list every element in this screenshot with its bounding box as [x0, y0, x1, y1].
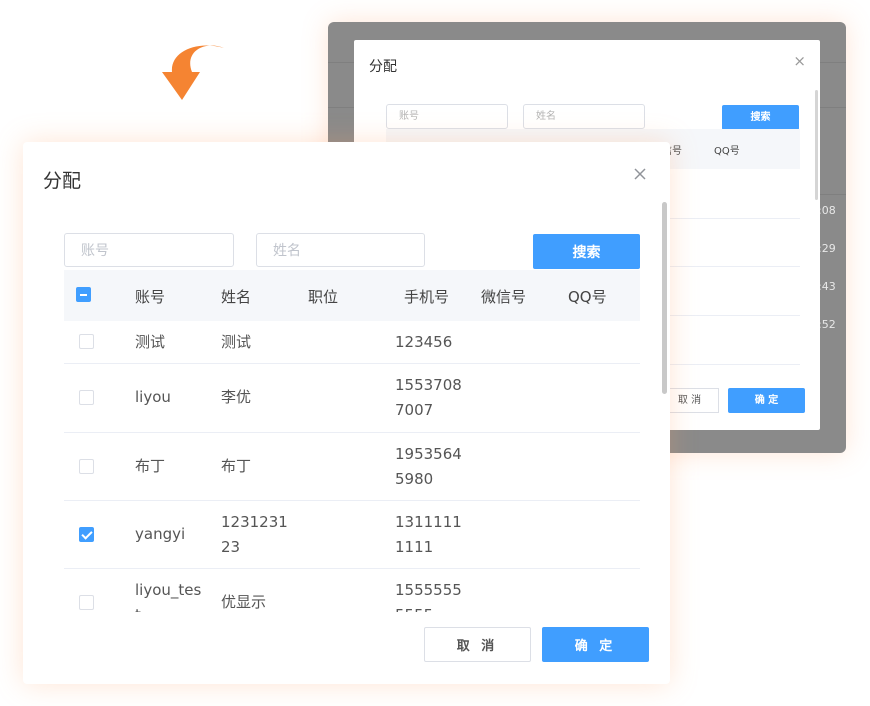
bg-th-qq: QQ号 [714, 146, 740, 157]
cell-account: liyou_test [135, 581, 202, 612]
stage: :08 :29 :43 :52 分配 × 账号 姓名 搜索 微信号 QQ号 取 … [0, 0, 870, 706]
cell-phone: 15537087007 [395, 376, 462, 419]
th-account: 账号 [135, 288, 166, 306]
th-wechat: 微信号 [481, 288, 527, 306]
cell-account: liyou [135, 388, 171, 406]
row-checkbox[interactable] [79, 390, 94, 405]
th-qq: QQ号 [568, 288, 607, 306]
cell-phone: 123456 [395, 333, 453, 351]
bg-search-button: 搜索 [722, 105, 799, 130]
cell-phone: 15555555555 [395, 581, 462, 612]
bg-dialog-title: 分配 [369, 59, 397, 75]
row-checkbox[interactable] [79, 527, 94, 542]
cell-name: 测试 [221, 333, 252, 351]
table-row[interactable]: yangyi 123123123 13111111111 [64, 501, 640, 569]
table-row[interactable]: 布丁 布丁 19535645980 [64, 433, 640, 501]
bg-name-input: 姓名 [523, 104, 645, 129]
select-all-checkbox[interactable] [76, 287, 91, 302]
bg-account-input: 账号 [386, 104, 508, 129]
account-search-input[interactable] [64, 233, 234, 267]
cell-account: 测试 [135, 333, 166, 351]
dialog-title: 分配 [43, 170, 82, 192]
cell-name: 李优 [221, 388, 252, 406]
bg-close-icon: × [793, 52, 806, 70]
cell-name: 布丁 [221, 457, 252, 475]
row-checkbox[interactable] [79, 334, 94, 349]
confirm-button[interactable]: 确 定 [542, 627, 649, 662]
row-checkbox[interactable] [79, 459, 94, 474]
table-scrollbar[interactable] [662, 202, 667, 394]
table-row[interactable]: 测试 测试 123456 [64, 321, 640, 364]
table-row[interactable]: liyou_test 优显示 15555555555 [64, 569, 640, 612]
bg-time: :52 [818, 318, 836, 331]
cell-phone: 13111111111 [395, 513, 462, 556]
th-position: 职位 [308, 288, 339, 306]
cell-name: 123123123 [221, 513, 288, 556]
bg-confirm-button: 确 定 [728, 388, 805, 413]
th-name: 姓名 [221, 288, 252, 306]
search-button[interactable]: 搜索 [533, 234, 640, 269]
cell-name: 优显示 [221, 593, 267, 611]
row-checkbox[interactable] [79, 595, 94, 610]
cell-phone: 19535645980 [395, 445, 462, 488]
table-row[interactable]: liyou 李优 15537087007 [64, 364, 640, 433]
curved-arrow-icon [162, 45, 224, 100]
cell-account: 布丁 [135, 457, 166, 475]
close-icon[interactable] [629, 163, 651, 185]
name-search-input[interactable] [256, 233, 425, 267]
bg-time: :29 [818, 242, 836, 255]
th-phone: 手机号 [404, 288, 450, 306]
bg-time: :08 [818, 204, 836, 217]
cell-account: yangyi [135, 525, 186, 543]
user-table: 账号 姓名 职位 手机号 微信号 QQ号 测试 测试 123456 liyou [64, 270, 640, 612]
table-header: 账号 姓名 职位 手机号 微信号 QQ号 [64, 270, 640, 321]
bg-scrollbar [815, 90, 818, 200]
cancel-button[interactable]: 取 消 [424, 627, 531, 662]
bg-time: :43 [818, 280, 836, 293]
assign-dialog: 分配 搜索 账号 姓名 职位 手机号 微信号 QQ号 测试 测试 [23, 142, 670, 684]
